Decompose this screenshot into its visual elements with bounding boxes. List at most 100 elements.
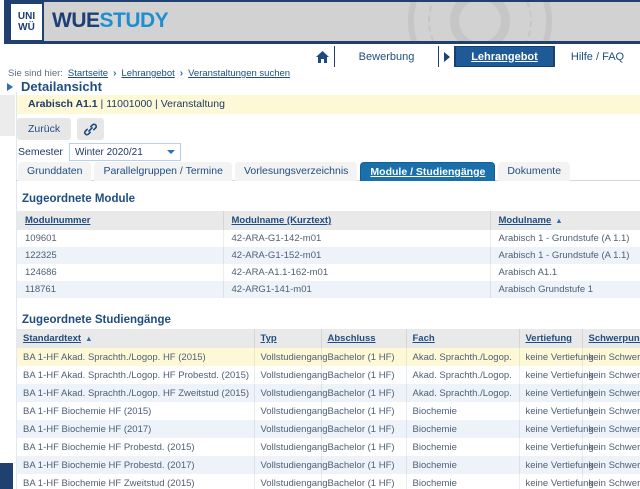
nav-arrow-separator (439, 46, 454, 67)
cell-standardtext: BA 1-HF Biochemie HF (2015) (17, 402, 254, 420)
table-row[interactable]: BA 1-HF Biochemie HF Probestd. (2017) Vo… (17, 456, 640, 474)
cell-vertiefung: keine Vertiefung (519, 456, 582, 474)
cell-fach: Biochemie (406, 438, 519, 456)
cell-schwerpunkt: kein Schwerpunkt (582, 384, 640, 402)
sort-link-modulname[interactable]: Modulname (499, 215, 552, 226)
page-title-row: Detailansicht (7, 79, 102, 94)
cell-typ: Vollstudiengang (254, 348, 321, 366)
tab-grunddaten[interactable]: Grunddaten (18, 162, 91, 181)
cell-modulname: Arabisch 1 - Grundstufe (A 1.1) (490, 247, 640, 264)
cell-typ: Vollstudiengang (254, 420, 321, 438)
nav-tab-bewerbung[interactable]: Bewerbung (335, 46, 438, 67)
cell-modulname: Arabisch 1 - Grundstufe (A 1.1) (490, 230, 640, 247)
cell-vertiefung: keine Vertiefung (519, 420, 582, 438)
table-row[interactable]: BA 1-HF Biochemie HF (2015) Vollstudieng… (17, 402, 640, 420)
permalink-button[interactable] (77, 118, 104, 140)
breadcrumb-link-veranstaltungen-suchen[interactable]: Veranstaltungen suchen (188, 68, 290, 79)
cell-schwerpunkt: kein Schwerpunkt (582, 438, 640, 456)
uni-wue-logo[interactable]: UNI WÜ (11, 4, 42, 40)
cell-typ: Vollstudiengang (254, 474, 321, 489)
cell-modulname-kurztext: 42-ARA-G1-142-m01 (223, 230, 490, 247)
wordmark-part1: WUE (52, 9, 100, 32)
cell-vertiefung: keine Vertiefung (519, 474, 582, 489)
sort-link-abschluss[interactable]: Abschluss (328, 333, 376, 344)
sort-link-typ[interactable]: Typ (261, 333, 277, 344)
breadcrumb-link-startseite[interactable]: Startseite (68, 68, 108, 79)
cell-standardtext: BA 1-HF Biochemie HF Zweitstud (2015) (17, 474, 254, 489)
course-details: | 11001000 | Veranstaltung (98, 98, 225, 110)
cell-schwerpunkt: kein Schwerpunkt (582, 474, 640, 489)
chevron-right-icon (7, 83, 13, 91)
table-row-highlighted[interactable]: BA 1-HF Akad. Sprachth./Logop. HF (2015)… (17, 348, 640, 366)
cell-modulname: Arabisch A1.1 (490, 264, 640, 281)
programs-table: Standardtext ▲ Typ Abschluss Fach Vertief… (17, 329, 640, 489)
home-icon (316, 51, 329, 63)
breadcrumb-separator: › (180, 68, 183, 79)
tab-module-studiengaenge[interactable]: Module / Studiengänge (360, 162, 495, 181)
course-name: Arabisch A1.1 (28, 98, 98, 110)
sort-link-modulname-kurztext[interactable]: Modulname (Kurztext) (232, 215, 332, 226)
nav-tab-hilfe-faq[interactable]: Hilfe / FAQ (555, 46, 640, 67)
breadcrumb-separator: › (113, 68, 116, 79)
cell-fach: Biochemie (406, 474, 519, 489)
table-row[interactable]: 122325 42-ARA-G1-152-m01 Arabisch 1 - Gr… (17, 247, 640, 264)
semester-select[interactable]: Winter 2020/21 (69, 143, 181, 161)
sort-link-fach[interactable]: Fach (413, 333, 435, 344)
sort-link-modulnummer[interactable]: Modulnummer (25, 215, 90, 226)
cell-modulnummer: 109601 (17, 230, 223, 247)
programs-header-row: Standardtext ▲ Typ Abschluss Fach Vertief… (17, 329, 640, 348)
cell-modulname: Arabisch Grundstufe 1 (490, 281, 640, 298)
cell-typ: Vollstudiengang (254, 456, 321, 474)
nav-tab-lehrangebot[interactable]: Lehrangebot (455, 46, 554, 67)
cell-schwerpunkt: kein Schwerpunkt (582, 348, 640, 366)
sort-link-schwerpunkt[interactable]: Schwerpunkt (589, 333, 640, 344)
table-row[interactable]: BA 1-HF Biochemie HF (2017) Vollstudieng… (17, 420, 640, 438)
cell-vertiefung: keine Vertiefung (519, 366, 582, 384)
cell-abschluss: Bachelor (1 HF) (321, 438, 406, 456)
course-title-bar: Arabisch A1.1 | 11001000 | Veranstaltung (17, 95, 640, 114)
sort-link-standardtext[interactable]: Standardtext (23, 333, 81, 344)
cell-modulnummer: 118761 (17, 281, 223, 298)
col-header-abschluss: Abschluss (321, 329, 406, 348)
cell-abschluss: Bachelor (1 HF) (321, 474, 406, 489)
cell-typ: Vollstudiengang (254, 402, 321, 420)
cell-abschluss: Bachelor (1 HF) (321, 384, 406, 402)
col-header-modulname-kurztext: Modulname (Kurztext) (223, 211, 490, 230)
semester-label: Semester (18, 146, 63, 158)
tab-parallelgruppen-termine[interactable]: Parallelgruppen / Termine (94, 162, 231, 181)
cell-vertiefung: keine Vertiefung (519, 384, 582, 402)
wuestudy-wordmark[interactable]: WUESTUDY (52, 9, 168, 33)
cell-vertiefung: keine Vertiefung (519, 402, 582, 420)
table-row[interactable]: BA 1-HF Akad. Sprachth./Logop. HF Probes… (17, 366, 640, 384)
tab-dokumente[interactable]: Dokumente (498, 162, 570, 181)
col-header-modulname: Modulname▲ (490, 211, 640, 230)
sort-link-vertiefung[interactable]: Vertiefung (526, 333, 572, 344)
table-row[interactable]: 124686 42-ARA-A1.1-162-m01 Arabisch A1.1 (17, 264, 640, 281)
semester-value: Winter 2020/21 (75, 147, 143, 158)
table-row[interactable]: 118761 42-ARG1-141-m01 Arabisch Grundstu… (17, 281, 640, 298)
cell-modulname-kurztext: 42-ARA-A1.1-162-m01 (223, 264, 490, 281)
top-navigation: Bewerbung Lehrangebot Hilfe / FAQ (310, 46, 640, 67)
back-button[interactable]: Zurück (17, 118, 71, 140)
cell-standardtext: BA 1-HF Biochemie HF Probestd. (2015) (17, 438, 254, 456)
sort-asc-icon: ▲ (555, 216, 562, 225)
cell-standardtext: BA 1-HF Akad. Sprachth./Logop. HF Probes… (17, 366, 254, 384)
table-row[interactable]: BA 1-HF Biochemie HF Zweitstud (2015) Vo… (17, 474, 640, 489)
tab-vorlesungsverzeichnis[interactable]: Vorlesungsverzeichnis (235, 162, 357, 181)
breadcrumb: Sie sind hier: Startseite › Lehrangebot … (8, 68, 290, 79)
table-row[interactable]: BA 1-HF Akad. Sprachth./Logop. HF Zweits… (17, 384, 640, 402)
cell-fach: Biochemie (406, 402, 519, 420)
chevron-down-icon (167, 150, 175, 154)
col-header-standardtext: Standardtext ▲ (17, 329, 254, 348)
cell-modulname-kurztext: 42-ARA-G1-152-m01 (223, 247, 490, 264)
cell-abschluss: Bachelor (1 HF) (321, 456, 406, 474)
left-margin-strip (0, 95, 15, 136)
table-row[interactable]: BA 1-HF Biochemie HF Probestd. (2015) Vo… (17, 438, 640, 456)
table-row[interactable]: 109601 42-ARA-G1-142-m01 Arabisch 1 - Gr… (17, 230, 640, 247)
cell-vertiefung: keine Vertiefung (519, 438, 582, 456)
footer-corner-block (0, 463, 13, 489)
home-button[interactable] (310, 46, 334, 67)
sort-asc-icon: ▲ (85, 334, 92, 343)
breadcrumb-link-lehrangebot[interactable]: Lehrangebot (121, 68, 174, 79)
wordmark-part2: STUDY (100, 9, 169, 32)
